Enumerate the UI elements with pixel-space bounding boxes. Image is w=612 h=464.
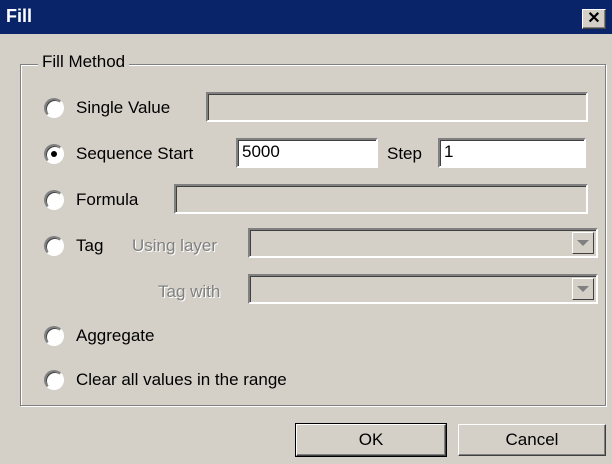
label-tag[interactable]: Tag (76, 236, 103, 256)
radio-single-value[interactable] (44, 98, 64, 118)
label-clear-all[interactable]: Clear all values in the range (76, 370, 287, 390)
label-tag-with: Tag with (158, 282, 221, 301)
close-button[interactable]: ✕ (582, 9, 606, 29)
radio-tag[interactable] (44, 236, 64, 256)
cancel-button[interactable]: Cancel (458, 424, 606, 456)
radio-clear-all[interactable] (44, 370, 64, 390)
using-layer-combo (248, 228, 598, 258)
dialog-body: Fill Method Single Value Sequence Start … (0, 34, 612, 464)
ok-button[interactable]: OK (295, 423, 447, 457)
label-formula[interactable]: Formula (76, 190, 138, 210)
dropdown-arrow-icon (572, 278, 594, 300)
radio-formula[interactable] (44, 190, 64, 210)
single-value-field (206, 92, 588, 122)
radio-sequence-start[interactable] (44, 144, 64, 164)
step-input[interactable]: 1 (438, 138, 586, 168)
label-single-value[interactable]: Single Value (76, 98, 170, 118)
window-title: Fill (6, 6, 32, 26)
label-sequence-start[interactable]: Sequence Start (76, 144, 193, 164)
label-step: Step (387, 144, 422, 163)
title-bar: Fill ✕ (0, 0, 612, 34)
group-legend: Fill Method (38, 52, 130, 72)
label-aggregate[interactable]: Aggregate (76, 326, 154, 346)
sequence-start-input[interactable]: 5000 (236, 138, 378, 168)
formula-field (174, 184, 588, 214)
radio-aggregate[interactable] (44, 326, 64, 346)
tag-with-combo (248, 274, 598, 304)
dropdown-arrow-icon (572, 232, 594, 254)
close-icon: ✕ (587, 10, 601, 27)
label-using-layer: Using layer (132, 236, 218, 255)
